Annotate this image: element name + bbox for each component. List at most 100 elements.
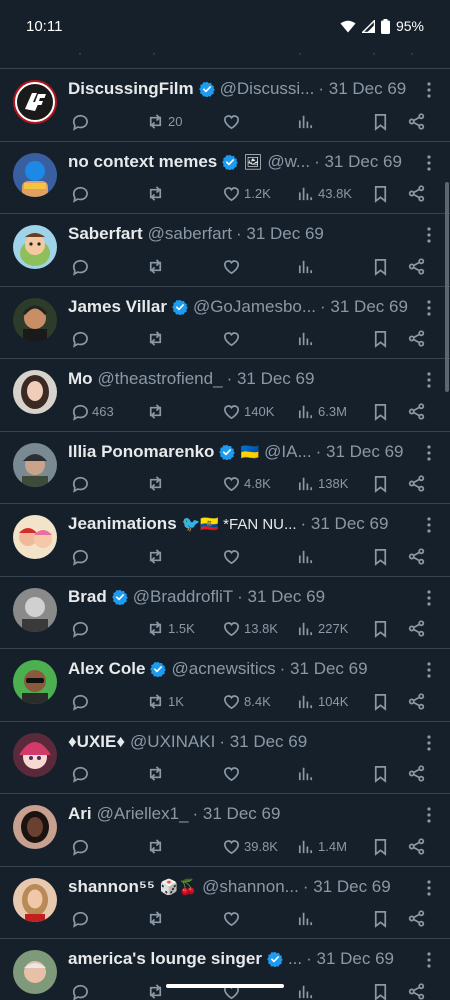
retweet-button[interactable] [146, 762, 168, 786]
views-button[interactable] [296, 979, 318, 1000]
more-icon[interactable] [422, 806, 436, 824]
tweet-row[interactable]: ♦UXIE♦ @UXINAKI · 31 Dec 69 [0, 722, 450, 794]
like-button[interactable] [222, 979, 244, 1000]
author-name[interactable]: Alex Cole [68, 659, 145, 679]
tweet-date[interactable]: · 31 Dec 69 [236, 224, 324, 244]
retweet-button[interactable] [146, 834, 168, 858]
share-button[interactable] [407, 472, 426, 496]
views-button[interactable]: 1.4M [296, 834, 347, 858]
tweet-date[interactable]: · 31 Dec 69 [280, 659, 368, 679]
reply-button[interactable] [70, 617, 92, 641]
tweet-date[interactable]: · 31 Dec 69 [306, 949, 394, 969]
views-button[interactable] [296, 907, 318, 931]
views-button[interactable] [296, 762, 318, 786]
retweet-button[interactable]: 20 [146, 109, 182, 133]
bookmark-button[interactable] [371, 327, 390, 351]
retweet-button[interactable] [146, 327, 168, 351]
bookmark-button[interactable] [371, 399, 390, 423]
bookmark-button[interactable] [371, 979, 390, 1000]
tweet-row[interactable]: shannon⁵⁵ 🎲🍒 @shannon... · 31 Dec 69 [0, 867, 450, 939]
author-name[interactable]: DiscussingFilm [68, 79, 194, 99]
like-button[interactable]: 1.2K [222, 182, 271, 206]
retweet-button[interactable] [146, 182, 168, 206]
author-name[interactable]: Brad [68, 587, 107, 607]
author-handle[interactable]: @BraddrofliT [133, 587, 233, 607]
author-handle[interactable]: @saberfart [148, 224, 232, 244]
tweet-date[interactable]: · 31 Dec 69 [314, 152, 402, 172]
tweet-row[interactable]: Saberfart @saberfart · 31 Dec 69 [0, 214, 450, 287]
more-icon[interactable] [422, 734, 436, 752]
more-icon[interactable] [422, 226, 436, 244]
author-name[interactable]: ♦UXIE♦ [68, 732, 125, 752]
reply-button[interactable] [70, 907, 92, 931]
reply-button[interactable] [70, 109, 92, 133]
views-button[interactable] [296, 109, 318, 133]
tweet-row[interactable]: James Villar @GoJamesbo... · 31 Dec 69 [0, 287, 450, 359]
tweet-row[interactable]: Jeanimations 🐦🇪🇨 *FAN NU... · 31 Dec 69 [0, 504, 450, 577]
author-handle[interactable]: @acnewsitics [171, 659, 275, 679]
retweet-button[interactable]: 1K [146, 689, 184, 713]
reply-button[interactable] [70, 472, 92, 496]
like-button[interactable]: 13.8K [222, 617, 278, 641]
tweet-row[interactable]: america's lounge singer... · 31 Dec 69 [0, 939, 450, 1000]
author-handle[interactable]: @w... [267, 152, 310, 172]
more-icon[interactable] [422, 879, 436, 897]
author-handle[interactable]: @UXINAKI [130, 732, 215, 752]
tweet-row[interactable]: no context memes 🖼 @w... · 31 Dec 69 1.2K 4… [0, 142, 450, 214]
tweet-row[interactable]: DiscussingFilm @Discussi... · 31 Dec 69 20 [0, 69, 450, 142]
share-button[interactable] [407, 182, 426, 206]
tweet-feed[interactable]: · · · · · DiscussingFilm @Discussi... · 31 Dec… [0, 52, 450, 1000]
author-name[interactable]: america's lounge singer [68, 949, 262, 969]
tweet-date[interactable]: · 31 Dec 69 [320, 297, 408, 317]
views-button[interactable]: 138K [296, 472, 348, 496]
more-icon[interactable] [422, 444, 436, 462]
tweet-row[interactable]: Illia Ponomarenko 🇺🇦 @IA... · 31 Dec 69 4.8… [0, 432, 450, 504]
bookmark-button[interactable] [371, 689, 390, 713]
retweet-button[interactable] [146, 254, 168, 278]
bookmark-button[interactable] [371, 762, 390, 786]
retweet-button[interactable] [146, 544, 168, 568]
author-name[interactable]: Saberfart [68, 224, 143, 244]
bookmark-button[interactable] [371, 907, 390, 931]
bookmark-button[interactable] [371, 109, 390, 133]
bookmark-button[interactable] [371, 472, 390, 496]
tweet-date[interactable]: · 31 Dec 69 [219, 732, 307, 752]
share-button[interactable] [407, 689, 426, 713]
share-button[interactable] [407, 544, 426, 568]
author-name[interactable]: Illia Ponomarenko [68, 442, 214, 462]
views-button[interactable]: 6.3M [296, 399, 347, 423]
bookmark-button[interactable] [371, 182, 390, 206]
more-icon[interactable] [422, 589, 436, 607]
bookmark-button[interactable] [371, 617, 390, 641]
reply-button[interactable] [70, 544, 92, 568]
more-icon[interactable] [422, 516, 436, 534]
like-button[interactable]: 140K [222, 399, 274, 423]
tweet-date[interactable]: · 31 Dec 69 [301, 514, 389, 534]
retweet-button[interactable] [146, 399, 168, 423]
tweet-date[interactable]: · 31 Dec 69 [237, 587, 325, 607]
author-name[interactable]: Mo [68, 369, 93, 389]
tweet-date[interactable]: · 31 Dec 69 [227, 369, 315, 389]
reply-button[interactable] [70, 979, 92, 1000]
share-button[interactable] [407, 762, 426, 786]
views-button[interactable] [296, 254, 318, 278]
tweet-row[interactable]: Mo @theastrofiend_ · 31 Dec 69 463 140K 6.… [0, 359, 450, 432]
more-icon[interactable] [422, 951, 436, 969]
author-name[interactable]: no context memes [68, 152, 217, 172]
tweet-row[interactable]: Ari @Ariellex1_ · 31 Dec 69 39.8K 1.4M [0, 794, 450, 867]
reply-button[interactable] [70, 834, 92, 858]
home-indicator[interactable] [166, 984, 284, 988]
author-handle[interactable]: @theastrofiend_ [98, 369, 223, 389]
author-handle[interactable]: @GoJamesbo... [193, 297, 316, 317]
like-button[interactable] [222, 109, 244, 133]
like-button[interactable] [222, 762, 244, 786]
share-button[interactable] [407, 617, 426, 641]
share-button[interactable] [407, 327, 426, 351]
views-button[interactable] [296, 544, 318, 568]
tweet-date[interactable]: · 31 Dec 69 [316, 442, 404, 462]
author-name[interactable]: Jeanimations [68, 514, 177, 534]
like-button[interactable]: 39.8K [222, 834, 278, 858]
reply-button[interactable] [70, 327, 92, 351]
author-handle[interactable]: @shannon... [202, 877, 299, 897]
like-button[interactable] [222, 254, 244, 278]
